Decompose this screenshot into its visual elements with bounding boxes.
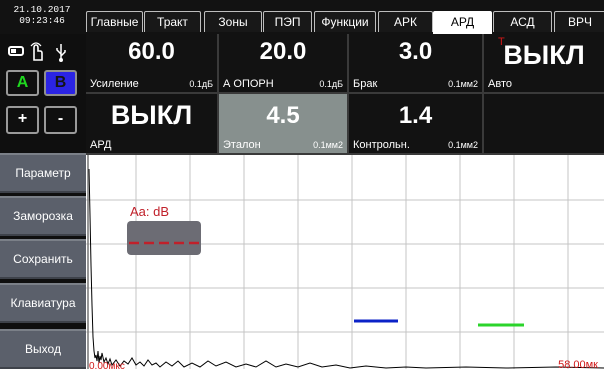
parameter-grid: 60.0 Усиление 0.1дБ 20.0 А ОПОРН 0.1дБ 3… [86,34,604,155]
tab-functions[interactable]: Функции [314,11,376,32]
signal-trace [88,168,604,369]
dashed-level-line [129,241,199,245]
ref-label: А ОПОРН [223,78,274,90]
param-ard[interactable]: ВЫКЛ АРД [86,94,219,155]
param-etalon[interactable]: 4.5 Эталон 0.1мм2 [219,94,349,155]
gain-unit: 0.1дБ [189,79,213,89]
top-bar: 21.10.2017 09:23:46 Главные Тракт Зоны П… [0,0,604,35]
tab-ark[interactable]: АРК [378,11,433,32]
channel-a-button[interactable]: A [6,70,39,96]
minus-button[interactable]: - [44,106,77,134]
auto-label: Авто [488,78,512,90]
status-icons [8,40,82,64]
param-control[interactable]: 1.4 Контрольн. 0.1мм2 [349,94,484,155]
reject-value: 3.0 [398,38,433,65]
auto-value: ВЫКЛ [503,40,585,70]
reject-unit: 0.1мм2 [448,79,478,89]
etalon-value: 4.5 [266,102,300,129]
amplitude-marker[interactable] [127,221,201,255]
ref-value: 20.0 [259,38,307,65]
tab-asd[interactable]: АСД [493,11,552,32]
param-gain[interactable]: 60.0 Усиление 0.1дБ [86,34,219,94]
channel-b-button[interactable]: B [44,70,77,96]
a-scan-svg [86,155,604,369]
tab-bar: Главные Тракт Зоны ПЭП Функции АРК АРД А… [86,11,604,35]
etalon-unit: 0.1мм2 [313,140,343,150]
param-reference[interactable]: 20.0 А ОПОРН 0.1дБ [219,34,349,94]
axis-start-label: 0.00мкс [89,361,125,372]
date-text: 21.10.2017 [13,4,71,15]
control-unit: 0.1мм2 [448,140,478,150]
plus-button[interactable]: + [6,106,39,134]
tab-vrch[interactable]: ВРЧ [554,11,604,32]
side-button-save[interactable]: Сохранить [0,239,86,279]
control-label: Контрольн. [353,139,410,151]
ard-value: ВЫКЛ [110,100,193,130]
ard-label: АРД [90,139,112,151]
side-button-exit[interactable]: Выход [0,329,86,369]
amplitude-marker-label: Aa: dB [130,204,170,219]
datetime: 21.10.2017 09:23:46 [0,0,84,34]
tab-path[interactable]: Тракт [144,11,201,32]
axis-end-label: 58.00мк [558,359,598,371]
control-value: 1.4 [398,102,433,129]
tab-pep[interactable]: ПЭП [263,11,312,32]
side-button-parameter[interactable]: Параметр [0,153,86,193]
grid [86,155,604,369]
param-reject[interactable]: 3.0 Брак 0.1мм2 [349,34,484,94]
param-auto[interactable]: T ВЫКЛ Авто [484,34,604,94]
battery-icon [8,46,24,56]
a-scan-plot[interactable] [86,155,604,369]
tab-main[interactable]: Главные [86,11,143,32]
time-text: 09:23:46 [19,15,65,26]
side-button-keyboard[interactable]: Клавиатура [0,283,86,323]
gain-value: 60.0 [128,38,175,65]
tab-zones[interactable]: Зоны [204,11,262,32]
etalon-label: Эталон [223,139,261,151]
usb-icon [54,42,68,62]
hand-touch-icon[interactable] [28,40,46,62]
gain-label: Усиление [90,78,139,90]
ref-unit: 0.1дБ [319,79,343,89]
tab-ard[interactable]: АРД [433,11,492,35]
reject-label: Брак [353,78,378,90]
side-button-freeze[interactable]: Заморозка [0,196,86,236]
param-empty-cell [484,94,604,155]
